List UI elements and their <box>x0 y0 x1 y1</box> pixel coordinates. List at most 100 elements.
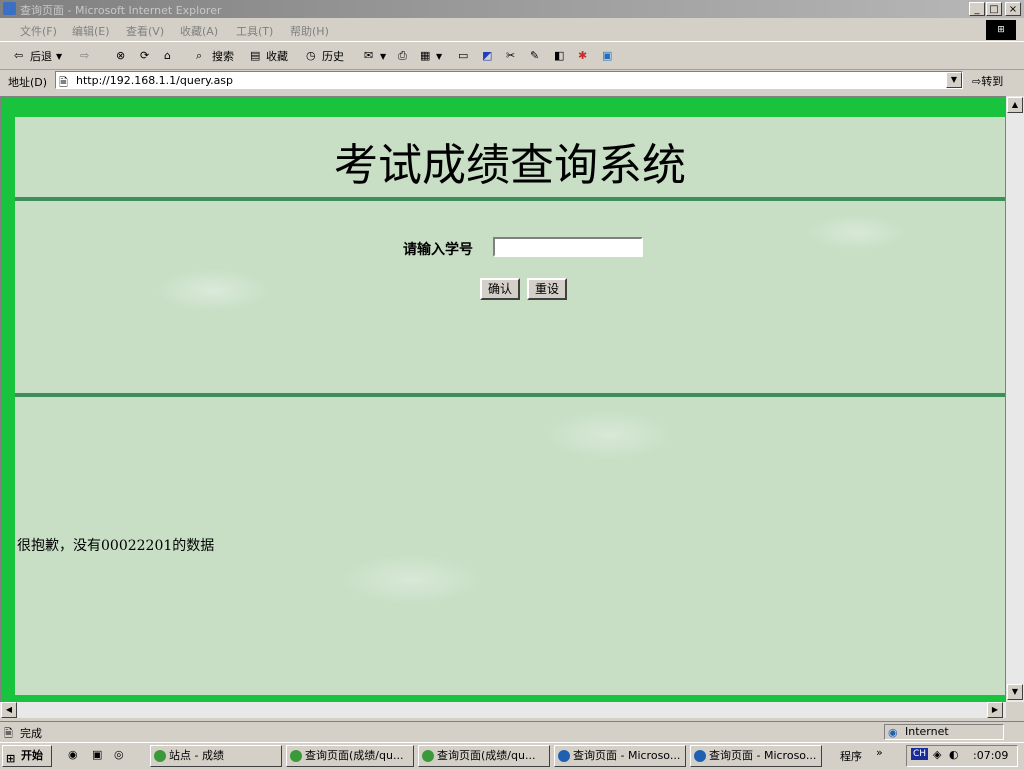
page-icon: 🗎 <box>59 76 68 89</box>
favorites-icon: ▤ <box>250 49 261 62</box>
ime-indicator[interactable]: CH <box>911 748 929 760</box>
taskbar: ⊞ 开始 ◉ ▣ ◎ 站点 - 成绩 查询页面(成绩/qu... 查询页面(成绩… <box>0 742 1024 769</box>
student-id-label: 请输入学号 <box>403 242 473 258</box>
task-item-query-2[interactable]: 查询页面(成绩/qu... <box>418 745 550 767</box>
address-bar: 地址(D) 🗎 http://192.168.1.1/query.asp ▼ ⇨… <box>0 70 1024 92</box>
tool-e-icon: ▣ <box>602 49 613 62</box>
menu-bar: 文件(F) 编辑(E) 查看(V) 收藏(A) 工具(T) 帮助(H) ⊞ <box>0 19 1024 42</box>
forward-button[interactable]: ⇨ <box>80 47 96 65</box>
task-item-ie-1[interactable]: 查询页面 - Microso... <box>554 745 686 767</box>
quicklaunch-media-icon[interactable]: ◎ <box>114 748 124 761</box>
stop-button[interactable]: ⊗ <box>116 47 132 65</box>
minimize-button[interactable]: _ <box>969 2 985 16</box>
address-label: 地址(D) <box>8 76 48 89</box>
security-zone: ◉ Internet <box>884 724 1004 740</box>
stop-icon: ⊗ <box>116 49 126 62</box>
form-divider <box>15 393 1005 397</box>
task-icon <box>694 750 706 762</box>
chevron-right-icon[interactable]: » <box>876 746 883 759</box>
task-item-ie-2[interactable]: 查询页面 - Microso... <box>690 745 822 767</box>
horizontal-scrollbar[interactable]: ◀ ▶ <box>0 702 1006 718</box>
content-frame: 考试成绩查询系统 请输入学号 确认 重设 很抱歉，没有00022201的数据 <box>0 96 1006 702</box>
tool-b-icon: ✎ <box>530 49 540 62</box>
messenger-button[interactable]: ◩ <box>482 47 498 65</box>
edit-button[interactable]: ▦ ▼ <box>420 47 442 65</box>
status-bar: 🗎 完成 ◉ Internet <box>0 721 1024 742</box>
menu-view[interactable]: 查看(V) <box>126 23 164 39</box>
vertical-scrollbar[interactable]: ▲ ▼ <box>1006 96 1024 702</box>
tool-d-icon: ✱ <box>578 49 588 62</box>
result-message: 很抱歉，没有00022201的数据 <box>17 538 215 554</box>
quicklaunch-desktop-icon[interactable]: ▣ <box>92 748 102 761</box>
print-icon: ⎙ <box>398 49 407 62</box>
student-id-input[interactable] <box>493 237 643 257</box>
address-dropdown-icon[interactable]: ▼ <box>946 72 962 88</box>
ie-icon <box>3 2 16 15</box>
search-icon: ⌕ <box>196 49 203 62</box>
scroll-left-icon[interactable]: ◀ <box>1 702 17 718</box>
history-icon: ◷ <box>306 49 316 62</box>
window-title: 查询页面 - Microsoft Internet Explorer <box>20 4 222 17</box>
programs-toolbar[interactable]: 程序 <box>840 748 862 764</box>
maximize-button[interactable]: □ <box>986 2 1002 16</box>
scroll-right-icon[interactable]: ▶ <box>987 702 1003 718</box>
tool-b-button[interactable]: ✎ <box>530 47 546 65</box>
task-icon <box>290 750 302 762</box>
system-tray: CH ◈ ◐ :07:09 <box>906 745 1018 767</box>
discuss-button[interactable]: ▭ <box>458 47 474 65</box>
tool-d-button[interactable]: ✱ <box>578 47 594 65</box>
back-dropdown-icon[interactable]: ▼ <box>56 52 62 61</box>
favorites-button[interactable]: ▤ 收藏 <box>250 47 288 65</box>
reset-button[interactable]: 重设 <box>527 278 568 300</box>
go-button[interactable]: ⇨转到 <box>972 73 1003 89</box>
toolbar: ⇦ 后退 ▼ ⇨ ⊗ ⟳ ⌂ ⌕ 搜索 ▤ 收藏 ◷ 历史 ✉ ▼ ⎙ ▦ ▼ ▭ … <box>0 43 1024 70</box>
address-url[interactable]: http://192.168.1.1/query.asp <box>76 74 233 87</box>
tool-c-button[interactable]: ◧ <box>554 47 570 65</box>
tool-c-icon: ◧ <box>554 49 565 62</box>
tool-a-icon: ✂ <box>506 49 516 62</box>
windows-logo-icon: ⊞ <box>986 20 1016 40</box>
scroll-down-icon[interactable]: ▼ <box>1007 684 1023 700</box>
mail-icon: ✉ <box>364 49 374 62</box>
task-icon <box>558 750 570 762</box>
start-button[interactable]: ⊞ 开始 <box>2 745 52 767</box>
network-icon[interactable]: ◈ <box>933 748 941 761</box>
home-button[interactable]: ⌂ <box>164 47 180 65</box>
tool-e-button[interactable]: ▣ <box>602 47 618 65</box>
windows-flag-icon: ⊞ <box>6 752 16 765</box>
refresh-button[interactable]: ⟳ <box>140 47 156 65</box>
clock: :07:09 <box>973 749 1009 762</box>
menu-file[interactable]: 文件(F) <box>20 23 57 39</box>
volume-icon[interactable]: ◐ <box>949 748 959 761</box>
menu-tools[interactable]: 工具(T) <box>236 23 273 39</box>
go-arrow-icon: ⇨ <box>972 75 982 88</box>
task-item-query-1[interactable]: 查询页面(成绩/qu... <box>286 745 414 767</box>
mail-button[interactable]: ✉ ▼ <box>364 47 386 65</box>
search-button[interactable]: ⌕ 搜索 <box>196 47 234 65</box>
task-icon <box>422 750 434 762</box>
quicklaunch-ie-icon[interactable]: ◉ <box>68 748 78 761</box>
forward-arrow-icon: ⇨ <box>80 49 90 62</box>
discuss-icon: ▭ <box>458 49 469 62</box>
task-icon <box>154 750 166 762</box>
menu-favorites[interactable]: 收藏(A) <box>180 23 218 39</box>
tool-a-button[interactable]: ✂ <box>506 47 522 65</box>
scroll-up-icon[interactable]: ▲ <box>1007 97 1023 113</box>
history-button[interactable]: ◷ 历史 <box>306 47 344 65</box>
status-text: 完成 <box>20 727 42 740</box>
globe-icon: ◉ <box>888 726 898 739</box>
menu-edit[interactable]: 编辑(E) <box>72 23 110 39</box>
page-title: 考试成绩查询系统 <box>334 140 686 191</box>
messenger-icon: ◩ <box>482 49 493 62</box>
menu-help[interactable]: 帮助(H) <box>290 23 329 39</box>
close-button[interactable]: × <box>1005 2 1021 16</box>
back-button[interactable]: ⇦ 后退 ▼ <box>14 47 62 65</box>
edit-icon: ▦ <box>420 49 431 62</box>
page-body: 考试成绩查询系统 请输入学号 确认 重设 很抱歉，没有00022201的数据 <box>15 117 1005 695</box>
refresh-icon: ⟳ <box>140 49 150 62</box>
confirm-button[interactable]: 确认 <box>480 278 521 300</box>
print-button[interactable]: ⎙ <box>398 47 414 65</box>
task-item-sites[interactable]: 站点 - 成绩 <box>150 745 282 767</box>
title-bar: 查询页面 - Microsoft Internet Explorer _ □ × <box>0 0 1024 18</box>
address-input[interactable]: 🗎 http://192.168.1.1/query.asp ▼ <box>55 71 963 89</box>
